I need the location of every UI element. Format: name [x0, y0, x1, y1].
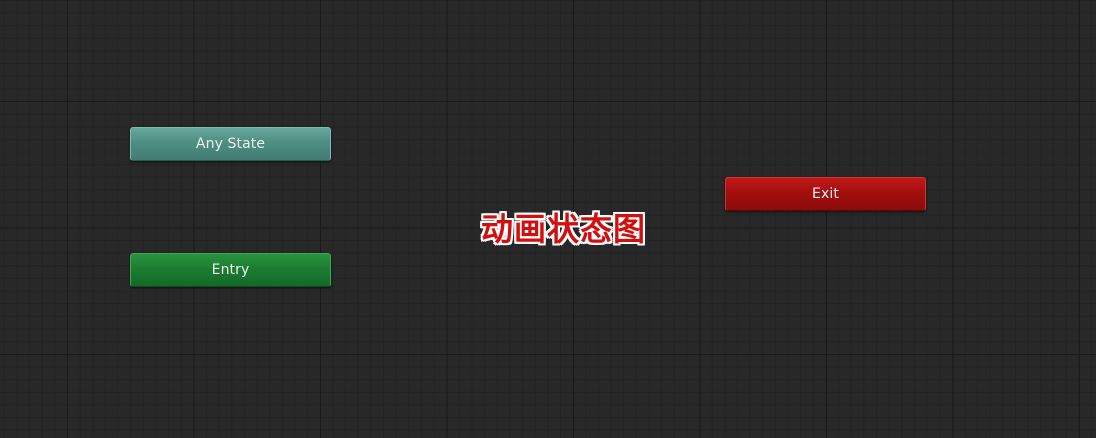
exit-node-label: Exit [812, 186, 839, 202]
exit-node[interactable]: Exit [725, 177, 926, 211]
any-state-node[interactable]: Any State [130, 127, 331, 161]
overlay-title: 动画状态图 [481, 210, 647, 248]
animator-graph-canvas[interactable]: Any State Entry Exit 动画状态图 [0, 0, 1096, 438]
any-state-node-label: Any State [195, 136, 266, 152]
entry-node[interactable]: Entry [130, 253, 331, 287]
entry-node-label: Entry [211, 262, 250, 278]
